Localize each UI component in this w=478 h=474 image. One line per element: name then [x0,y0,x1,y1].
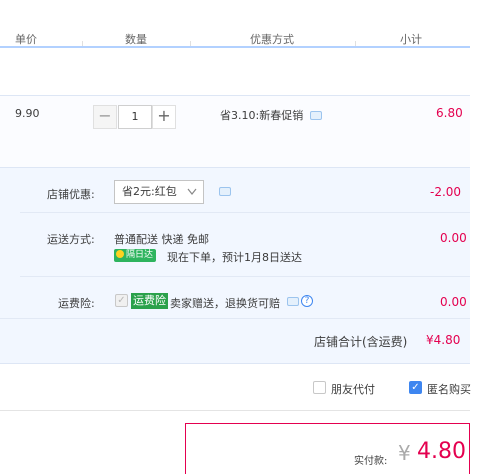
friend-pay-label[interactable]: 朋友代付 [331,381,375,397]
item-unit-price: 9.90 [15,107,40,120]
insurance-amount: 0.00 [440,295,467,309]
header-subtotal: 小计 [400,33,422,46]
shipping-amount: 0.00 [440,231,467,245]
promo-chat-icon[interactable] [310,111,322,120]
order-table-header: 单价 数量 优惠方式 小计 [0,0,478,48]
header-unit-price: 单价 [15,33,37,46]
insurance-tag: 运费险 [131,293,168,309]
row-divider [20,276,470,277]
discount-chat-icon[interactable] [219,187,231,196]
header-discount-method: 优惠方式 [250,33,294,46]
quantity-decrease-button[interactable]: − [93,105,117,129]
item-subtotal: 6.80 [436,106,463,120]
header-quantity: 数量 [125,33,147,46]
pay-amount: 4.80 [417,439,466,464]
lightning-icon [116,250,124,258]
shop-total-label: 店铺合计(含运费) [314,335,408,349]
shop-discount-select[interactable]: 省2元:红包 [114,180,204,204]
chevron-down-icon [187,182,197,211]
row-divider [20,212,470,213]
anonymous-checkbox[interactable]: ✓ [409,381,422,394]
shop-discount-amount: -2.00 [430,185,462,199]
order-item-row [0,95,470,168]
quantity-input[interactable]: 1 [118,105,152,129]
insurance-label: 运费险: [58,297,95,310]
next-day-badge-text: 隔日达 [126,250,154,260]
friend-pay-checkbox[interactable] [313,381,326,394]
header-underline [0,46,470,48]
pay-currency: ¥ [398,441,411,465]
anonymous-label[interactable]: 匿名购买 [427,381,471,397]
shop-discount-label: 店铺优惠: [47,188,95,201]
next-day-badge: 隔日达 [114,249,157,262]
help-icon[interactable]: ? [301,295,313,307]
item-promo-text: 省3.10:新春促销 [220,109,304,122]
row-divider [0,318,470,319]
insurance-chat-icon[interactable] [287,297,299,306]
shipping-label: 运送方式: [47,233,95,246]
insurance-checkbox[interactable]: ✓ [115,294,128,307]
shop-total-amount: ¥4.80 [426,333,461,347]
pay-label: 实付款: [354,456,388,467]
options-divider [0,410,470,411]
insurance-desc: 卖家赠送，退换货可赔 [170,297,280,310]
shipping-eta: 现在下单，预计1月8日送达 [167,251,302,264]
shipping-method: 普通配送 快递 免邮 [114,233,209,246]
shop-discount-select-value: 省2元:红包 [122,185,177,198]
quantity-increase-button[interactable]: + [152,105,176,129]
